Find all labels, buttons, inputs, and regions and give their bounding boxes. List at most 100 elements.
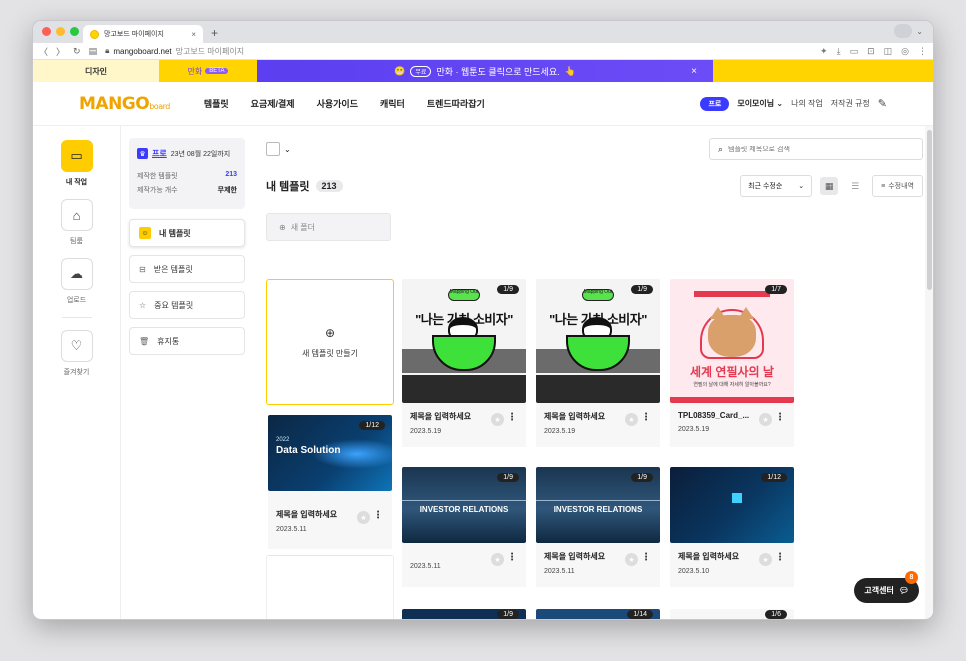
address-bar: 〈 〉 ↻ ▤ 🔒︎ mangoboard.net 망고보드 마이페이지 ✦ ⤓… [33, 43, 933, 60]
link-my-work[interactable]: 나의 작업 [791, 98, 823, 109]
more-options-icon[interactable]: ⋮ [775, 412, 785, 423]
new-folder-button[interactable]: ⊕ 새 폴더 [266, 213, 391, 241]
forward-button[interactable]: 〉 [56, 45, 65, 58]
account-icon[interactable]: ◎ [901, 46, 909, 57]
thumb-text: 세계 연필사의 날 [690, 365, 774, 379]
bookmark-icon[interactable]: ▭ [850, 46, 859, 57]
template-thumbnail[interactable]: 1/14 [536, 609, 660, 619]
sidebar-item-trash[interactable]: 🗑︎ 휴지통 [129, 327, 245, 355]
template-card[interactable]: 1/12 제목을 입력하세요 2023.5.10 ★ ⋮ [670, 467, 794, 587]
template-thumbnail[interactable]: INVESTOR RELATIONS 1/9 [536, 467, 660, 543]
plan-name[interactable]: 프로 [152, 148, 167, 159]
pro-badge[interactable]: 프로 [700, 96, 730, 111]
template-card[interactable]: INVESTOR RELATIONS 1/9 2023.5.11 ★ ⋮ [402, 467, 526, 587]
star-icon[interactable]: ★ [491, 553, 504, 566]
more-icon[interactable]: ⋮ [918, 46, 927, 57]
thumb-floor [402, 375, 526, 403]
template-card-placeholder[interactable] [266, 555, 394, 619]
extension-icon[interactable]: ✦ [820, 46, 828, 57]
site-header: MANGOboard 템플릿 요금제/결제 사용가이드 캐릭터 트렌드따라잡기 … [33, 82, 933, 126]
rail-item-my-work[interactable]: ▭ 내 작업 [60, 140, 93, 187]
chevron-down-icon[interactable]: ⌄ [916, 27, 923, 36]
list-view-icon[interactable]: ☰ [846, 177, 864, 195]
template-card[interactable]: Mapping Out "나는 가치 소비자" 1/9 제목을 입력하세요 20… [402, 279, 526, 447]
more-options-icon[interactable]: ⋮ [507, 552, 517, 563]
star-icon[interactable]: ★ [759, 413, 772, 426]
rail-item-team-room[interactable]: ⌂ 팀룸 [60, 199, 93, 246]
nav-pricing[interactable]: 요금제/결제 [251, 97, 295, 110]
download-icon[interactable]: ⤓ [837, 46, 841, 57]
more-options-icon[interactable]: ⋮ [641, 552, 651, 563]
star-icon[interactable]: ★ [357, 511, 370, 524]
nav-characters[interactable]: 캐릭터 [380, 97, 405, 110]
tab-design[interactable]: 디자인 [33, 60, 159, 82]
nav-guide[interactable]: 사용가이드 [317, 97, 358, 110]
template-card[interactable]: 1/14 [536, 609, 660, 619]
new-template-card[interactable]: ⊕ 새 템플릿 만들기 [266, 279, 394, 405]
close-window-button[interactable] [42, 27, 51, 36]
back-button[interactable]: 〈 [39, 45, 48, 58]
profile-area: ⌄ [894, 24, 923, 38]
template-thumbnail[interactable]: 1/6 [670, 609, 794, 619]
template-thumbnail[interactable]: Mapping Out "나는 가치 소비자" 1/9 [536, 279, 660, 403]
template-thumbnail[interactable]: 1/12 [670, 467, 794, 543]
template-card[interactable]: 1/6 [670, 609, 794, 619]
user-menu[interactable]: 모이모이님 ⌄ [737, 98, 783, 109]
list-header: 내 템플릿 213 최근 수정순 ⌄ ▦ ☰ ≡ 수정내역 [266, 175, 923, 197]
star-icon[interactable]: ★ [491, 413, 504, 426]
page-count-badge: 1/14 [627, 610, 653, 619]
minimize-window-button[interactable] [56, 27, 65, 36]
template-card[interactable]: 세계 연필사의 날 연필의 날에 대해 자세히 알아볼까요? 1/7 TPL08… [670, 279, 794, 447]
profile-avatar[interactable] [894, 24, 913, 38]
stat-label: 제작가능 개수 [137, 187, 178, 194]
template-card[interactable]: Mapping Out "나는 가치 소비자" 1/9 제목을 입력하세요 20… [536, 279, 660, 447]
rail-item-upload[interactable]: ☁ 업로드 [60, 258, 93, 305]
template-thumbnail[interactable]: INVESTOR RELATIONS 1/9 [402, 467, 526, 543]
star-icon[interactable]: ★ [625, 413, 638, 426]
promo-close-icon[interactable]: × [691, 66, 697, 77]
reader-icon[interactable]: ▤ [89, 46, 98, 57]
tab-close-icon[interactable]: × [191, 30, 196, 39]
promo-banner[interactable]: 😬 무료 만화 · 웹툰도 클릭으로 만드세요. 👆 × [257, 60, 713, 82]
more-options-icon[interactable]: ⋮ [641, 412, 651, 423]
template-thumbnail[interactable]: 1/9 [402, 609, 526, 619]
search-input[interactable] [728, 145, 914, 153]
sidebar-item-my-templates[interactable]: ☺ 내 템플릿 [129, 219, 245, 247]
customer-center-label: 고객센터 [864, 586, 894, 595]
customer-center-button[interactable]: 고객센터 💬︎ 8 [854, 571, 919, 603]
grid-view-icon[interactable]: ▦ [820, 177, 839, 195]
more-options-icon[interactable]: ⋮ [507, 412, 517, 423]
template-card[interactable]: 1/9 [402, 609, 526, 619]
template-thumbnail[interactable]: 세계 연필사의 날 연필의 날에 대해 자세히 알아볼까요? 1/7 [670, 279, 794, 403]
select-all-checkbox[interactable]: ⌄ [266, 142, 291, 156]
nav-trends[interactable]: 트렌드따라잡기 [427, 97, 485, 110]
more-options-icon[interactable]: ⋮ [373, 510, 383, 521]
more-options-icon[interactable]: ⋮ [775, 552, 785, 563]
screenshot-icon[interactable]: ⊡ [867, 46, 875, 57]
template-card[interactable]: 2022 Data Solution 1/12 제목을 입력하세요 2023.5… [268, 415, 392, 549]
maximize-window-button[interactable] [70, 27, 79, 36]
edit-pen-icon[interactable]: ✎ [878, 97, 887, 110]
new-tab-button[interactable]: + [211, 26, 218, 40]
sidebar-icon[interactable]: ◫ [884, 46, 893, 57]
star-icon[interactable]: ★ [759, 553, 772, 566]
tab-comic[interactable]: 만화 BETA [159, 60, 257, 82]
url-field[interactable]: 🔒︎ mangoboard.net 망고보드 마이페이지 [105, 46, 812, 57]
sort-select[interactable]: 최근 수정순 ⌄ [740, 175, 813, 197]
browser-tab[interactable]: 망고보드 마이페이지 × [83, 25, 203, 43]
history-button[interactable]: ≡ 수정내역 [872, 175, 923, 197]
rail-item-favorites[interactable]: ♡ 즐겨찾기 [60, 330, 93, 377]
scrollbar-thumb[interactable] [927, 130, 932, 290]
star-icon[interactable]: ★ [625, 553, 638, 566]
template-thumbnail[interactable]: Mapping Out "나는 가치 소비자" 1/9 [402, 279, 526, 403]
sidebar-item-important-templates[interactable]: ☆ 중요 템플릿 [129, 291, 245, 319]
sidebar-item-received-templates[interactable]: ⊟ 받은 템플릿 [129, 255, 245, 283]
nav-templates[interactable]: 템플릿 [204, 97, 229, 110]
card-date: 2023.5.19 [410, 428, 442, 435]
reload-button[interactable]: ↻ [73, 46, 81, 57]
link-copyright[interactable]: 저작권 규정 [831, 98, 870, 109]
template-card[interactable]: INVESTOR RELATIONS 1/9 제목을 입력하세요 2023.5.… [536, 467, 660, 587]
template-thumbnail[interactable]: 2022 Data Solution 1/12 [268, 415, 392, 491]
scrollbar[interactable] [925, 126, 933, 619]
mangoboard-logo[interactable]: MANGOboard [79, 94, 170, 114]
